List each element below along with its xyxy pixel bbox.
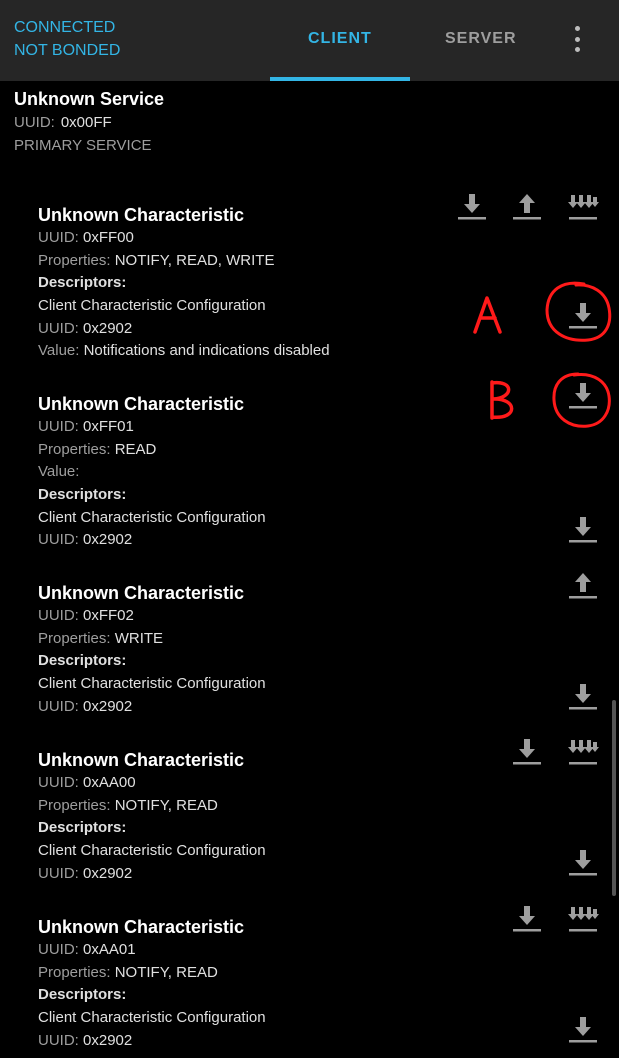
annotation-letter-a [473, 296, 502, 334]
characteristic-uuid: UUID: 0xAA00 [38, 774, 136, 791]
download-icon[interactable] [511, 905, 543, 933]
service-uuid: UUID: 0x00FF [14, 114, 112, 131]
characteristic-uuid: UUID: 0xFF00 [38, 229, 134, 246]
characteristic-item[interactable]: Unknown Characteristic UUID: 0xFF01 Prop… [38, 393, 266, 552]
download-icon[interactable] [511, 738, 543, 766]
descriptor-name: Client Characteristic Configuration [38, 842, 266, 860]
service-header[interactable]: Unknown Service UUID: 0x00FF PRIMARY SERV… [14, 88, 164, 158]
download-icon[interactable] [567, 1016, 599, 1044]
characteristic-uuid: UUID: 0xFF01 [38, 418, 134, 435]
characteristic-properties: Properties: NOTIFY, READ [38, 963, 218, 981]
descriptors-heading: Descriptors: [38, 652, 127, 670]
connection-status: CONNECTED NOT BONDED [14, 18, 120, 64]
characteristic-properties: Properties: NOTIFY, READ [38, 796, 218, 814]
download-icon[interactable] [567, 849, 599, 877]
scrollbar[interactable] [612, 700, 616, 896]
characteristic-uuid: UUID: 0xAA01 [38, 941, 136, 958]
descriptors-heading: Descriptors: [38, 486, 127, 504]
descriptor-uuid: UUID: 0x2902 [38, 697, 133, 715]
descriptor-name: Client Characteristic Configuration [38, 675, 266, 693]
descriptor-value: Value: Notifications and indications dis… [38, 342, 330, 360]
descriptor-uuid: UUID: 0x2902 [38, 864, 133, 882]
service-name: Unknown Service [14, 89, 165, 109]
upload-icon[interactable] [567, 572, 599, 600]
descriptor-name: Client Characteristic Configuration [38, 1009, 266, 1027]
characteristic-item[interactable]: Unknown Characteristic UUID: 0xAA00 Prop… [38, 749, 266, 885]
active-tab-indicator [270, 77, 410, 81]
characteristic-uuid: UUID: 0xFF02 [38, 607, 134, 624]
characteristic-properties: Properties: WRITE [38, 629, 164, 647]
notify-icon[interactable] [567, 738, 599, 766]
notify-icon[interactable] [567, 193, 599, 221]
download-icon[interactable] [567, 683, 599, 711]
characteristic-item[interactable]: Unknown Characteristic UUID: 0xFF02 Prop… [38, 582, 266, 718]
bond-state: NOT BONDED [14, 42, 121, 59]
connection-state: CONNECTED [14, 19, 116, 36]
descriptor-uuid: UUID: 0x2902 [38, 1031, 133, 1049]
annotation-circle-b [552, 372, 611, 428]
annotation-letter-b [490, 380, 514, 420]
service-type: PRIMARY SERVICE [14, 137, 152, 154]
characteristic-value: Value: [38, 463, 80, 481]
descriptors-heading: Descriptors: [38, 274, 127, 292]
descriptor-name: Client Characteristic Configuration [38, 297, 266, 315]
annotation-circle-a [545, 281, 612, 342]
download-icon[interactable] [456, 193, 488, 221]
descriptor-uuid: UUID: 0x2902 [38, 531, 133, 549]
download-icon[interactable] [567, 516, 599, 544]
characteristic-properties: Properties: READ [38, 440, 157, 458]
characteristic-item[interactable]: Unknown Characteristic UUID: 0xAA01 Prop… [38, 916, 266, 1052]
characteristic-item[interactable]: Unknown Characteristic UUID: 0xFF00 Prop… [38, 204, 330, 363]
notify-icon[interactable] [567, 905, 599, 933]
descriptor-uuid: UUID: 0x2902 [38, 319, 133, 337]
upload-icon[interactable] [511, 193, 543, 221]
tab-server[interactable]: SERVER [445, 30, 517, 48]
descriptors-heading: Descriptors: [38, 819, 127, 837]
descriptors-heading: Descriptors: [38, 986, 127, 1004]
overflow-menu-icon[interactable] [568, 26, 586, 52]
descriptor-name: Client Characteristic Configuration [38, 508, 266, 526]
app-bar: CONNECTED NOT BONDED CLIENT SERVER [0, 0, 619, 81]
tab-client[interactable]: CLIENT [308, 30, 372, 48]
characteristic-properties: Properties: NOTIFY, READ, WRITE [38, 251, 275, 269]
